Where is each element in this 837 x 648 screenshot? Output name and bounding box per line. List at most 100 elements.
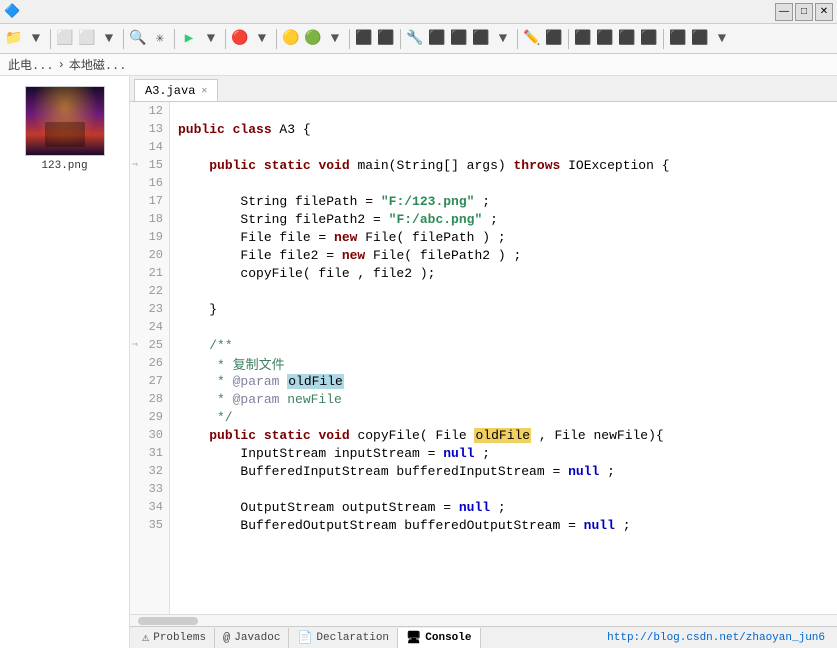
toolbar-icon-13[interactable]: ⬛	[376, 29, 396, 49]
bottom-tab-label-declaration: Declaration	[316, 632, 389, 644]
toolbar-icon-15[interactable]: ⬛	[427, 29, 447, 49]
close-button[interactable]: ✕	[815, 3, 833, 21]
breadcrumb-part1[interactable]: 此电...	[8, 56, 54, 73]
main-area: 123.png A3.java ✕ 1213141516171819202122…	[0, 76, 837, 648]
line-number-28: 28	[130, 390, 169, 408]
line-number-20: 20	[130, 246, 169, 264]
toolbar-icon-11[interactable]: ▼	[325, 29, 345, 49]
bottom-tab-declaration[interactable]: 📄Declaration	[289, 628, 398, 648]
toolbar-icon-play[interactable]: ▶	[179, 29, 199, 49]
line-number-26: 26	[130, 354, 169, 372]
minimize-button[interactable]: —	[775, 3, 793, 21]
toolbar-icon-debug[interactable]: ✳	[150, 29, 170, 49]
code-line-14	[178, 138, 837, 156]
breadcrumb-part2[interactable]: 本地磁...	[69, 56, 127, 73]
line-number-27: 27	[130, 372, 169, 390]
toolbar-icon-26[interactable]: ⬛	[690, 29, 710, 49]
toolbar-icon-5[interactable]: ▼	[99, 29, 119, 49]
toolbar-icon-23[interactable]: ⬛	[617, 29, 637, 49]
toolbar-icon-1[interactable]: 📁	[4, 29, 24, 49]
code-line-23: }	[178, 300, 837, 318]
code-line-26: * 复制文件	[178, 354, 837, 372]
toolbar-icon-4[interactable]: ⬜	[77, 29, 97, 49]
toolbar-icon-12[interactable]: ⬛	[354, 29, 374, 49]
line-number-34: 34	[130, 498, 169, 516]
h-scroll-thumb[interactable]	[138, 617, 198, 625]
bottom-tab-label-javadoc: Javadoc	[234, 632, 280, 644]
code-line-24	[178, 318, 837, 336]
code-line-29: */	[178, 408, 837, 426]
editor-tab-a3[interactable]: A3.java ✕	[134, 79, 218, 101]
bottom-tab-javadoc[interactable]: @Javadoc	[215, 628, 289, 648]
line-number-21: 21	[130, 264, 169, 282]
tab-bar: A3.java ✕	[130, 76, 837, 102]
toolbar-sep-3	[174, 29, 175, 49]
toolbar-sep-9	[568, 29, 569, 49]
title-bar-left: 🔷	[4, 4, 20, 19]
line-number-17: 17	[130, 192, 169, 210]
code-area[interactable]: 1213141516171819202122232425262728293031…	[130, 102, 837, 614]
console-icon: 🖥	[406, 630, 421, 645]
code-line-25: /**	[178, 336, 837, 354]
toolbar-icon-8[interactable]: ▼	[252, 29, 272, 49]
toolbar-icon-18[interactable]: ▼	[493, 29, 513, 49]
toolbar-sep-1	[50, 29, 51, 49]
code-line-30: public static void copyFile( File oldFil…	[178, 426, 837, 444]
toolbar-icon-3[interactable]: ⬜	[55, 29, 75, 49]
line-number-12: 12	[130, 102, 169, 120]
code-line-35: BufferedOutputStream bufferedOutputStrea…	[178, 516, 837, 534]
line-number-15: 15	[130, 156, 169, 174]
toolbar-icon-25[interactable]: ⬛	[668, 29, 688, 49]
line-number-18: 18	[130, 210, 169, 228]
toolbar-sep-4	[225, 29, 226, 49]
toolbar-icon-6[interactable]: ▼	[201, 29, 221, 49]
line-number-19: 19	[130, 228, 169, 246]
maximize-button[interactable]: □	[795, 3, 813, 21]
toolbar: 📁 ▼ ⬜ ⬜ ▼ 🔍 ✳ ▶ ▼ 🔴 ▼ 🟡 🟢 ▼ ⬛ ⬛ 🔧 ⬛ ⬛ ⬛ …	[0, 24, 837, 54]
toolbar-icon-21[interactable]: ⬛	[573, 29, 593, 49]
toolbar-icon-27[interactable]: ▼	[712, 29, 732, 49]
bottom-tabs: ⚠Problems@Javadoc📄Declaration🖥Consolehtt…	[130, 626, 837, 648]
toolbar-icon-2[interactable]: ▼	[26, 29, 46, 49]
toolbar-icon-19[interactable]: ✏️	[522, 29, 542, 49]
toolbar-sep-10	[663, 29, 664, 49]
toolbar-icon-14[interactable]: 🔧	[405, 29, 425, 49]
line-number-33: 33	[130, 480, 169, 498]
code-line-13: public class A3 {	[178, 120, 837, 138]
bottom-tab-label-console: Console	[425, 632, 471, 644]
app-icon: 🔷	[4, 4, 20, 19]
line-number-16: 16	[130, 174, 169, 192]
code-line-16	[178, 174, 837, 192]
toolbar-icon-run[interactable]: 🔍	[128, 29, 148, 49]
code-line-21: copyFile( file , file2 );	[178, 264, 837, 282]
toolbar-icon-17[interactable]: ⬛	[471, 29, 491, 49]
toolbar-sep-7	[400, 29, 401, 49]
line-number-13: 13	[130, 120, 169, 138]
code-line-22	[178, 282, 837, 300]
tab-label: A3.java	[145, 84, 195, 98]
image-thumbnail[interactable]	[25, 86, 105, 156]
code-line-12	[178, 102, 837, 120]
editor-area: A3.java ✕ 121314151617181920212223242526…	[130, 76, 837, 648]
toolbar-icon-20[interactable]: ⬛	[544, 29, 564, 49]
toolbar-icon-22[interactable]: ⬛	[595, 29, 615, 49]
toolbar-icon-9[interactable]: 🟡	[281, 29, 301, 49]
bottom-tab-console[interactable]: 🖥 Console	[398, 628, 480, 648]
toolbar-icon-10[interactable]: 🟢	[303, 29, 323, 49]
bottom-tab-problems[interactable]: ⚠Problems	[134, 628, 215, 648]
toolbar-sep-8	[517, 29, 518, 49]
tab-close-icon[interactable]: ✕	[201, 85, 207, 97]
line-number-31: 31	[130, 444, 169, 462]
code-line-18: String filePath2 = "F:/abc.png" ;	[178, 210, 837, 228]
sidebar: 123.png	[0, 76, 130, 648]
toolbar-icon-7[interactable]: 🔴	[230, 29, 250, 49]
line-number-14: 14	[130, 138, 169, 156]
code-line-32: BufferedInputStream bufferedInputStream …	[178, 462, 837, 480]
h-scroll[interactable]	[130, 614, 837, 626]
line-numbers: 1213141516171819202122232425262728293031…	[130, 102, 170, 614]
toolbar-icon-24[interactable]: ⬛	[639, 29, 659, 49]
code-line-20: File file2 = new File( filePath2 ) ;	[178, 246, 837, 264]
line-number-23: 23	[130, 300, 169, 318]
line-number-35: 35	[130, 516, 169, 534]
toolbar-icon-16[interactable]: ⬛	[449, 29, 469, 49]
